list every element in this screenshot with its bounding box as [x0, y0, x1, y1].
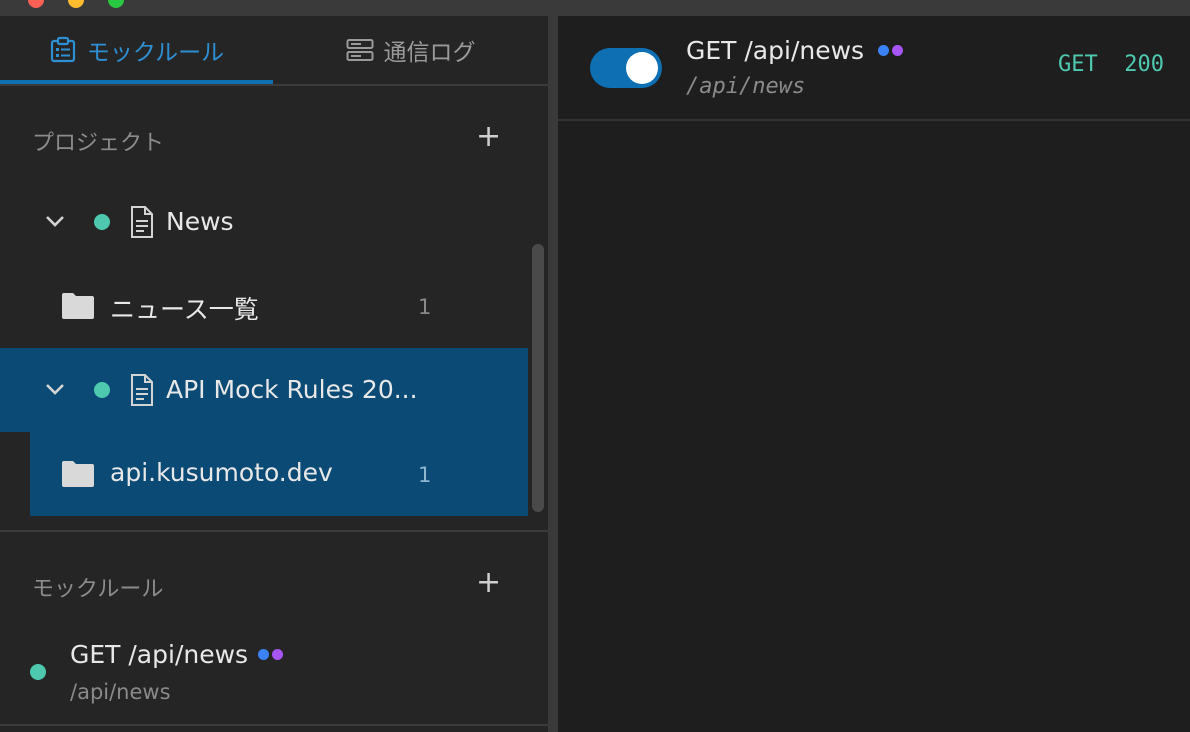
- mock-rules-title: モックルール: [32, 577, 164, 602]
- folder-icon: [62, 461, 94, 487]
- section-divider: [0, 724, 548, 726]
- document-icon: [131, 206, 153, 238]
- project-item-news[interactable]: News: [0, 180, 528, 264]
- http-status-code: 200: [1124, 52, 1164, 77]
- project-item-label: API Mock Rules 20...: [166, 375, 418, 404]
- close-window-button[interactable]: [28, 0, 44, 8]
- mock-rule-path: /api/news: [70, 680, 171, 704]
- add-project-button[interactable]: +: [476, 119, 501, 155]
- mock-rule-item[interactable]: GET /api/news /api/news: [0, 630, 548, 722]
- folder-item-label: api.kusumoto.dev: [110, 458, 333, 487]
- tag-dot-blue: [258, 649, 270, 660]
- tag-dot-purple: [272, 649, 284, 660]
- chevron-down-icon[interactable]: [42, 208, 68, 234]
- rule-response-status: GET 200: [1058, 52, 1164, 77]
- rule-tags: [878, 45, 904, 56]
- mock-rule-tags: [258, 649, 284, 660]
- sidebar-tabs: モックルール 通信ログ: [0, 16, 548, 86]
- mock-rules-header: モックルール +: [0, 565, 548, 605]
- status-dot: [94, 382, 110, 398]
- window-titlebar: [0, 0, 1190, 16]
- add-mock-rule-button[interactable]: +: [476, 565, 501, 601]
- projects-scrollbar[interactable]: [532, 244, 544, 512]
- minimize-window-button[interactable]: [68, 0, 84, 8]
- rule-path: /api/news: [686, 74, 806, 99]
- tag-dot-purple: [892, 45, 904, 56]
- tab-traffic-log-label: 通信ログ: [383, 40, 476, 66]
- tag-dot-blue: [878, 45, 890, 56]
- rule-enabled-toggle[interactable]: [590, 48, 662, 88]
- mock-rule-title: GET /api/news: [70, 640, 249, 669]
- clipboard-list-icon: [50, 36, 75, 63]
- section-divider: [0, 530, 548, 532]
- tab-mock-rules-label: モックルール: [86, 40, 225, 66]
- zoom-window-button[interactable]: [108, 0, 124, 8]
- pane-resize-handle[interactable]: [548, 16, 558, 732]
- rule-title-row: GET /api/news: [686, 36, 904, 65]
- project-item-label: News: [166, 207, 234, 236]
- document-icon: [131, 374, 153, 406]
- tab-mock-rules[interactable]: モックルール: [0, 16, 273, 84]
- chevron-down-icon[interactable]: [42, 376, 68, 402]
- folder-item-label: ニュース一覧: [110, 295, 259, 324]
- server-icon: [346, 39, 373, 61]
- status-dot: [30, 664, 46, 680]
- rule-title: GET /api/news: [686, 36, 865, 65]
- project-item-api-mock-rules[interactable]: API Mock Rules 20...: [0, 348, 528, 432]
- folder-item-api-kusumoto-dev[interactable]: api.kusumoto.dev 1: [30, 432, 528, 516]
- sidebar: モックルール 通信ログ プロジェクト + News ニュース一覧 1 API M…: [0, 16, 548, 732]
- active-tab-indicator: [0, 80, 273, 84]
- toggle-knob: [626, 52, 658, 84]
- status-dot: [94, 214, 110, 230]
- folder-item-news-list[interactable]: ニュース一覧 1: [0, 264, 528, 348]
- tab-traffic-log[interactable]: 通信ログ: [273, 16, 548, 84]
- http-method: GET: [1058, 52, 1098, 77]
- mock-rule-title-row: GET /api/news: [70, 640, 284, 669]
- folder-item-count: 1: [418, 295, 432, 319]
- folder-item-count: 1: [418, 463, 432, 487]
- projects-title: プロジェクト: [32, 131, 165, 156]
- rule-detail-header: GET /api/news /api/news GET 200: [558, 16, 1190, 121]
- rule-detail-pane: GET /api/news /api/news GET 200: [558, 16, 1190, 732]
- folder-icon: [62, 293, 94, 319]
- projects-header: プロジェクト +: [0, 119, 548, 159]
